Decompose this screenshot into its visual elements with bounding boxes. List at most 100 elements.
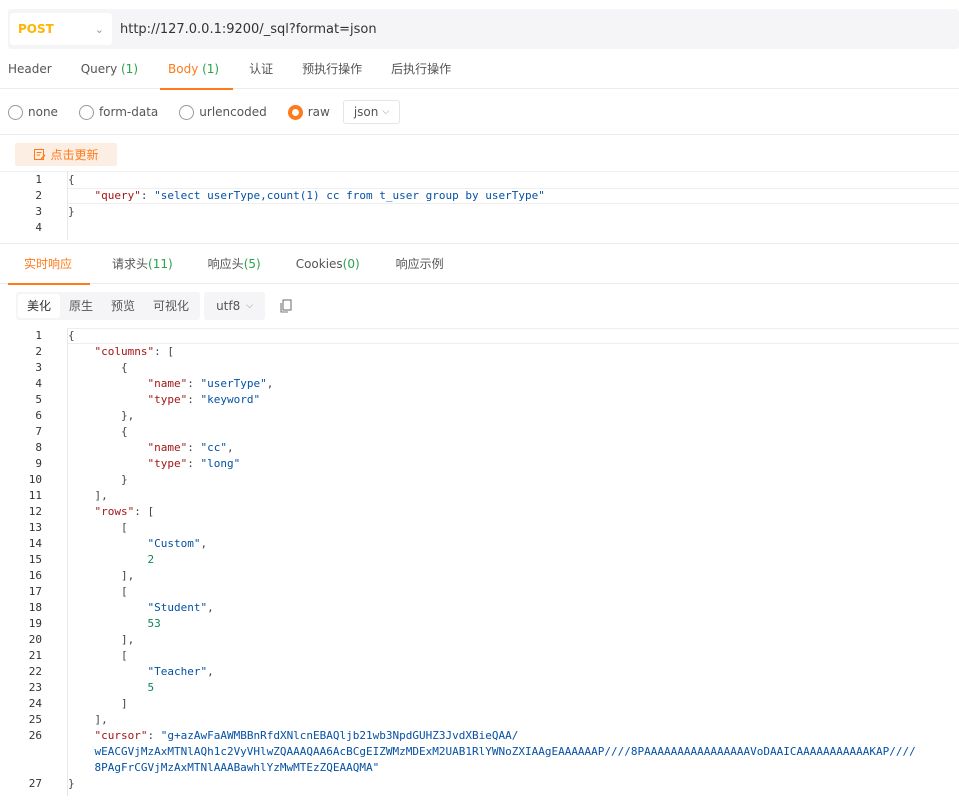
chevron-down-icon: ⌵	[382, 107, 390, 117]
tab-header[interactable]: Header	[8, 50, 52, 89]
code-token: : [	[154, 345, 174, 358]
tab-label: Header	[8, 62, 52, 76]
line-number: 11	[28, 489, 42, 502]
code-line: 19 53	[0, 616, 959, 632]
line-number: 4	[35, 221, 42, 234]
code-line: 11 ],	[0, 488, 959, 504]
code-token: ,	[200, 537, 208, 550]
code-line: 18 "Student",	[0, 600, 959, 616]
tab-post-request[interactable]: 后执行操作	[391, 50, 451, 89]
code-token: "g+azAwFaAWMBBnRfdXNlcnEBAQljb21wb3NpdGU…	[160, 729, 519, 742]
line-number: 9	[35, 457, 42, 470]
radio-raw[interactable]: raw	[287, 104, 330, 120]
code-token: "rows"	[94, 505, 135, 518]
view-visualize-button[interactable]: 可视化	[144, 294, 198, 318]
code-text: ],	[68, 568, 134, 584]
line-number: 2	[35, 345, 42, 358]
view-preview-button[interactable]: 预览	[102, 294, 144, 318]
code-token: :	[187, 441, 201, 454]
code-token: [	[68, 521, 128, 534]
radio-urlencoded[interactable]: urlencoded	[179, 104, 267, 120]
radio-form-data[interactable]: form-data	[78, 104, 158, 120]
line-number: 1	[35, 173, 42, 186]
code-token: "cursor"	[94, 729, 148, 742]
response-tabs: 实时响应 请求头(11) 响应头(5) Cookies(0) 响应示例	[0, 243, 959, 285]
tab-live-response[interactable]: 实时响应	[7, 244, 91, 285]
tab-count: (1)	[121, 62, 138, 76]
radio-none[interactable]: none	[8, 104, 58, 120]
tab-body[interactable]: Body (1)	[159, 50, 234, 90]
code-token: "name"	[147, 377, 188, 390]
code-text: "cursor": "g+azAwFaAWMBBnRfdXNlcnEBAQljb…	[68, 728, 519, 744]
response-body-viewer[interactable]: 1{2 "columns": [3 {4 "name": "userType",…	[0, 328, 959, 796]
code-token: "Custom"	[147, 537, 201, 550]
code-line: 22 "Teacher",	[0, 664, 959, 680]
code-line: 13 [	[0, 520, 959, 536]
tab-response-headers[interactable]: 响应头(5)	[208, 244, 261, 284]
tab-query[interactable]: Query (1)	[81, 50, 138, 89]
code-token: wEACGVjMzAxMTNlAQh1c2VyVHlwZQAAAQAA6AcBC…	[68, 745, 916, 758]
line-number: 4	[35, 377, 42, 390]
code-text: }	[68, 472, 128, 488]
url-bar: POST ⌄ http://127.0.0.1:9200/_sql?format…	[8, 9, 959, 49]
code-text: [	[68, 584, 128, 600]
tab-cookies[interactable]: Cookies(0)	[296, 244, 360, 284]
view-pretty-button[interactable]: 美化	[18, 294, 61, 318]
code-token: "cc"	[200, 441, 227, 454]
line-number: 6	[35, 409, 42, 422]
url-input[interactable]: http://127.0.0.1:9200/_sql?format=json	[120, 22, 377, 37]
tab-label: 请求头	[112, 257, 149, 271]
tab-request-headers[interactable]: 请求头(11)	[112, 244, 173, 284]
json-value: "select userType,count(1) cc from t_user…	[154, 189, 545, 202]
code-text: wEACGVjMzAxMTNlAQh1c2VyVHlwZQAAAQAA6AcBC…	[68, 744, 916, 760]
tab-auth[interactable]: 认证	[249, 50, 273, 89]
body-type-row: none form-data urlencoded raw json ⌵	[0, 90, 959, 135]
line-number: 16	[28, 569, 42, 582]
method-label: POST	[18, 22, 54, 36]
code-token: ,	[226, 441, 234, 454]
tab-pre-request[interactable]: 预执行操作	[302, 50, 362, 89]
code-text: 5	[68, 680, 154, 696]
code-token: "type"	[147, 457, 188, 470]
code-token: ,	[207, 665, 214, 678]
line-number: 20	[28, 633, 42, 646]
radio-checked-icon	[287, 104, 303, 120]
tab-label: Body	[168, 62, 203, 76]
line-number: 26	[28, 729, 42, 742]
code-text: ],	[68, 488, 107, 504]
request-tabs: Header Query (1) Body (1) 认证 预执行操作 后执行操作	[0, 50, 959, 90]
method-select[interactable]: POST ⌄	[10, 13, 112, 45]
code-line: 8 "name": "cc",	[0, 440, 959, 456]
tab-response-examples[interactable]: 响应示例	[396, 244, 444, 284]
tab-label: 后执行操作	[391, 62, 452, 76]
update-button[interactable]: 点击更新	[15, 143, 117, 166]
code-token: "name"	[147, 441, 188, 454]
code-text: "columns": [	[68, 344, 174, 360]
code-line: 26 "cursor": "g+azAwFaAWMBBnRfdXNlcnEBAQ…	[0, 728, 959, 744]
line-number: 2	[35, 189, 42, 202]
line-number: 18	[28, 601, 42, 614]
view-raw-button[interactable]: 原生	[60, 294, 102, 318]
edit-icon	[34, 149, 46, 160]
code-line: 2 "query": "select userType,count(1) cc …	[0, 188, 959, 204]
code-token: {	[68, 425, 128, 438]
code-text: 8PAgFrCGVjMzAxMTNlAAABawhlYzMwMTEzZQEAAQ…	[68, 760, 379, 776]
code-token: 5	[147, 681, 155, 694]
copy-icon[interactable]	[279, 299, 293, 313]
encoding-select[interactable]: utf8 ⌵	[204, 292, 266, 320]
line-number: 15	[28, 553, 42, 566]
code-text: "name": "userType",	[68, 376, 273, 392]
code-line: 4 "name": "userType",	[0, 376, 959, 392]
code-line: 1{	[0, 328, 959, 344]
code-line: 8PAgFrCGVjMzAxMTNlAAABawhlYzMwMTEzZQEAAQ…	[0, 760, 959, 776]
code-line: 2 "columns": [	[0, 344, 959, 360]
line-number: 14	[28, 537, 42, 550]
request-body-editor[interactable]: 1{ 2 "query": "select userType,count(1) …	[0, 172, 959, 240]
chevron-down-icon: ⌵	[246, 301, 254, 311]
raw-format-select[interactable]: json ⌵	[342, 100, 401, 124]
